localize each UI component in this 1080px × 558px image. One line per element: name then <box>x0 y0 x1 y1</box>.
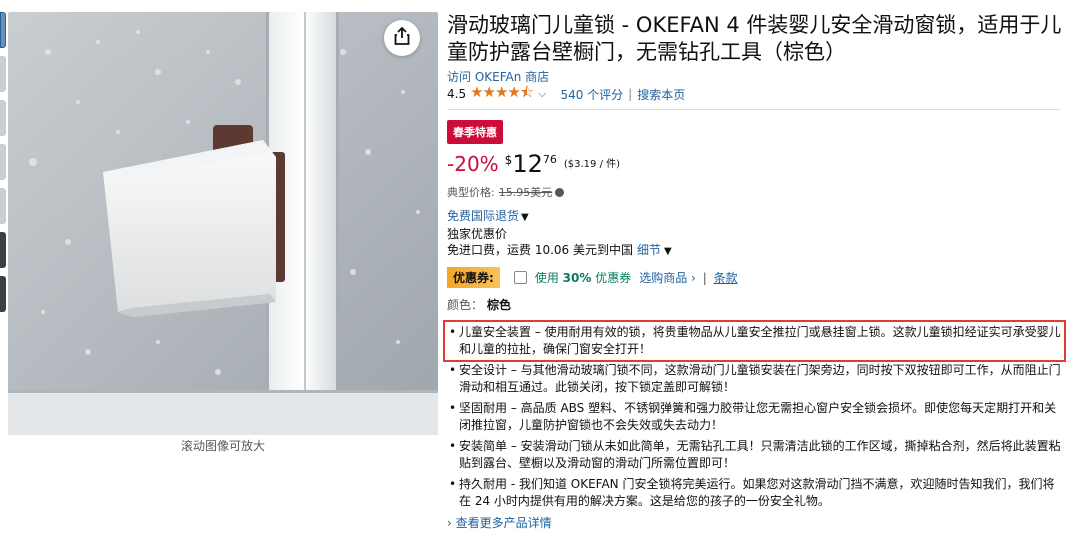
thumbnail-4[interactable] <box>0 144 6 180</box>
image-zoom-caption: 滚动图像可放大 <box>180 439 265 453</box>
color-value: 棕色 <box>487 298 512 312</box>
coupon-text: 使用 30% 优惠券 <box>534 270 632 285</box>
exclusive-price: 独家优惠价 <box>447 227 508 241</box>
coupon-checkbox[interactable] <box>513 270 527 284</box>
thumbnail-2[interactable] <box>0 56 6 92</box>
product-info: 滑动玻璃门儿童锁 - OKEFAN 4 件装婴儿安全滑动窗锁，适用于儿童防护露台… <box>443 12 1066 531</box>
product-main-image[interactable] <box>8 12 438 435</box>
share-button[interactable] <box>384 20 420 56</box>
divider: | <box>628 87 633 101</box>
rating-row: 4.5 ★★★★⯪ ⌵ 540 个评分 | 搜索本页 <box>447 83 1062 103</box>
chevron-down-icon[interactable]: ▼ <box>664 246 672 257</box>
search-page-link[interactable]: 搜索本页 <box>637 86 685 103</box>
thumbnail-1[interactable] <box>0 12 6 48</box>
price-whole: 12 <box>512 150 543 178</box>
select-items-link[interactable]: 选购商品 › <box>639 271 696 285</box>
color-label: 颜色： <box>447 298 484 312</box>
coupon-badge: 优惠券: <box>447 266 500 288</box>
thumbnail-7[interactable] <box>0 276 6 312</box>
chevron-down-icon[interactable]: ⌵ <box>538 87 546 101</box>
shipping-details-link[interactable]: 细节 <box>637 243 661 257</box>
info-icon[interactable] <box>555 188 565 197</box>
thumbnail-6[interactable] <box>0 232 6 268</box>
typical-price-row: 典型价格: 15.95美元 <box>447 184 1062 200</box>
list-item: 持久耐用 - 我们知道 OKEFAN 门安全锁将完美运行。如果您对这款滑动门挡不… <box>447 476 1062 510</box>
deal-badge: 春季特惠 <box>447 120 503 144</box>
price-fraction: 76 <box>542 153 557 166</box>
terms-link[interactable]: 条款 <box>714 271 738 285</box>
more-details-link[interactable]: › 查看更多产品详情 <box>447 514 1062 531</box>
rating-value: 4.5 <box>447 87 467 101</box>
rating-count-link[interactable]: 540 个评分 <box>560 86 623 103</box>
typical-price-label: 典型价格: <box>447 186 495 199</box>
shipping-row: 免进口费，运费 10.06 美元到中国 细节 ▼ <box>447 242 1062 260</box>
free-returns-link[interactable]: 免费国际退货 <box>447 209 519 223</box>
list-item: 安全设计 – 与其他滑动玻璃门锁不同，这款滑动门儿童锁安装在门架旁边，同时按下双… <box>447 362 1062 396</box>
list-item: 坚固耐用 – 高品质 ABS 塑料、不锈钢弹簧和强力胶带让您无需担心窗户安全锁会… <box>447 400 1062 434</box>
divider-line <box>447 109 1060 110</box>
price-currency: $ <box>504 153 513 167</box>
color-row: 颜色： 棕色 <box>447 296 1062 313</box>
coupon-links: 选购商品 › | 条款 <box>639 270 738 285</box>
shipping-text: 免进口费，运费 10.06 美元到中国 <box>447 243 633 257</box>
rating-stars[interactable]: ★★★★⯪ <box>470 82 534 107</box>
chevron-down-icon[interactable]: ▼ <box>521 212 529 223</box>
thumbnail-5[interactable] <box>0 188 6 224</box>
price-row: -20% $ 12 76 ($3.19 / 件) <box>447 152 1062 178</box>
unit-price: ($3.19 / 件) <box>563 159 621 170</box>
returns-row[interactable]: 免费国际退货 ▼ <box>447 208 1062 226</box>
list-item: 安装简单 – 安装滑动门锁从未如此简单，无需钻孔工具！只需清洁此锁的工作区域，撕… <box>447 438 1062 472</box>
list-item: 儿童安全装置 – 使用耐用有效的锁，将贵重物品从儿童安全推拉门或悬挂窗上锁。这款… <box>443 320 1066 362</box>
thumbnail-3[interactable] <box>0 100 6 136</box>
product-title: 滑动玻璃门儿童锁 - OKEFAN 4 件装婴儿安全滑动窗锁，适用于儿童防护露台… <box>447 13 1062 64</box>
feature-bullets: 儿童安全装置 – 使用耐用有效的锁，将贵重物品从儿童安全推拉门或悬挂窗上锁。这款… <box>443 320 1066 510</box>
thumbnail-strip <box>0 12 6 320</box>
coupon-row: 优惠券: 使用 30% 优惠券 选购商品 › | 条款 <box>447 266 1062 288</box>
discount-percent: -20% <box>447 152 499 176</box>
typical-price: 15.95美元 <box>498 186 553 199</box>
share-icon <box>394 26 410 49</box>
